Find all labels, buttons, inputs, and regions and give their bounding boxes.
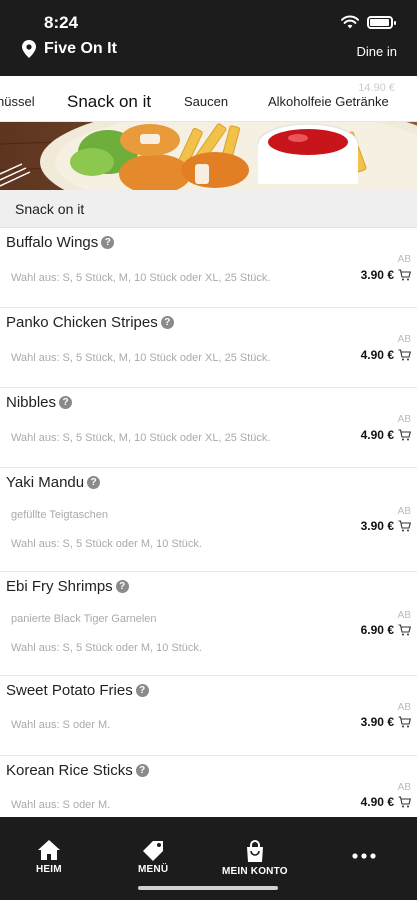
price-add-to-cart[interactable]: 4.90 €: [361, 428, 411, 442]
bag-icon: [246, 840, 263, 862]
location-selector[interactable]: Five On It: [22, 40, 117, 58]
status-icons: [341, 15, 396, 29]
menu-item-name-row: Yaki Mandu ?: [6, 474, 101, 491]
price-add-to-cart[interactable]: 3.90 €: [361, 519, 411, 533]
nav-more[interactable]: [352, 853, 376, 859]
menu-item-name: Nibbles: [6, 394, 57, 411]
menu-item-name: Korean Rice Sticks: [6, 762, 133, 779]
location-name: Five On It: [44, 40, 117, 57]
cart-icon: [398, 716, 411, 728]
menu-item-name: Yaki Mandu: [6, 474, 85, 491]
tab-schuessel[interactable]: hüssel: [0, 94, 35, 109]
cart-icon: [398, 624, 411, 636]
menu-item-name: Buffalo Wings: [6, 234, 99, 251]
menu-item-options: Wahl aus: S, 5 Stück, M, 10 Stück oder X…: [11, 352, 271, 364]
nav-label: MEIN KONTO: [222, 866, 288, 877]
food-banner-illustration: [0, 122, 417, 190]
info-icon[interactable]: ?: [160, 316, 174, 329]
menu-item-sweet-potato-fries[interactable]: Sweet Potato Fries ? Wahl aus: S oder M.…: [0, 676, 417, 756]
section-title: Snack on it: [15, 201, 85, 217]
location-pin-icon: [22, 40, 36, 58]
info-icon[interactable]: ?: [135, 684, 149, 697]
tab-snack-on-it[interactable]: Snack on it: [67, 92, 151, 112]
price-add-to-cart[interactable]: 4.90 €: [361, 348, 411, 362]
menu-item-nibbles[interactable]: Nibbles ? Wahl aus: S, 5 Stück, M, 10 St…: [0, 388, 417, 468]
menu-item-options: Wahl aus: S oder M.: [11, 799, 111, 811]
menu-item-options: Wahl aus: S, 5 Stück, M, 10 Stück oder X…: [11, 272, 271, 284]
cart-icon: [398, 429, 411, 441]
price-add-to-cart[interactable]: 3.90 €: [361, 715, 411, 729]
menu-item-name: Ebi Fry Shrimps: [6, 578, 113, 595]
price-prefix: AB: [397, 254, 411, 265]
category-banner-image: [0, 122, 417, 190]
menu-item-price: 6.90 €: [360, 623, 394, 637]
price-add-to-cart[interactable]: 4.90 €: [361, 795, 411, 809]
menu-item-price: 4.90 €: [360, 428, 394, 442]
home-indicator: [138, 886, 278, 890]
menu-item-subtitle: panierte Black Tiger Garnelen: [11, 613, 157, 625]
price-prefix: AB: [397, 506, 411, 517]
nav-label: MENÜ: [138, 864, 169, 875]
menu-item-name-row: Ebi Fry Shrimps ?: [6, 578, 129, 595]
price-add-to-cart[interactable]: 6.90 €: [361, 623, 411, 637]
menu-item-name-row: Sweet Potato Fries ?: [6, 682, 149, 699]
price-prefix: AB: [397, 334, 411, 345]
dine-in-toggle[interactable]: Dine in: [357, 44, 397, 59]
tag-icon: [143, 841, 164, 861]
menu-item-name-row: Panko Chicken Stripes ?: [6, 314, 174, 331]
menu-item-price: 3.90 €: [360, 268, 394, 282]
info-icon[interactable]: ?: [115, 580, 129, 593]
info-icon[interactable]: ?: [59, 396, 73, 409]
menu-item-options: Wahl aus: S oder M.: [11, 719, 111, 731]
price-prefix: AB: [397, 702, 411, 713]
nav-label: HEIM: [36, 864, 62, 875]
cart-icon: [398, 349, 411, 361]
wifi-icon: [341, 15, 359, 29]
info-icon[interactable]: ?: [87, 476, 101, 489]
menu-item-options: Wahl aus: S, 5 Stück oder M, 10 Stück.: [11, 538, 202, 550]
menu-item-name: Panko Chicken Stripes: [6, 314, 158, 331]
price-prefix: AB: [397, 610, 411, 621]
tabs-ghost-price: 14.90 €: [358, 82, 395, 94]
section-header: Snack on it: [0, 190, 417, 228]
price-prefix: AB: [397, 414, 411, 425]
battery-icon: [367, 15, 396, 29]
menu-item-panko-chicken-stripes[interactable]: Panko Chicken Stripes ? Wahl aus: S, 5 S…: [0, 308, 417, 388]
menu-item-subtitle: gefüllte Teigtaschen: [11, 509, 109, 521]
home-icon: [37, 840, 60, 860]
cart-icon: [398, 269, 411, 281]
menu-item-name-row: Nibbles ?: [6, 394, 73, 411]
price-prefix: AB: [397, 782, 411, 793]
menu-item-price: 3.90 €: [360, 715, 394, 729]
app-header: 8:24 Five On It Dine in: [0, 0, 417, 76]
cart-icon: [398, 520, 411, 532]
menu-item-name: Sweet Potato Fries: [6, 682, 133, 699]
nav-menu[interactable]: MENÜ: [138, 839, 168, 875]
price-add-to-cart[interactable]: 3.90 €: [361, 268, 411, 282]
menu-item-ebi-fry-shrimps[interactable]: Ebi Fry Shrimps ? panierte Black Tiger G…: [0, 572, 417, 676]
cart-icon: [398, 796, 411, 808]
tab-alkoholfreie-getraenke[interactable]: Alkoholfeie Getränke: [268, 94, 389, 109]
info-icon[interactable]: ?: [135, 764, 149, 777]
nav-home[interactable]: HEIM: [36, 839, 62, 875]
more-icon: [352, 853, 376, 859]
menu-item-yaki-mandu[interactable]: Yaki Mandu ? gefüllte Teigtaschen Wahl a…: [0, 468, 417, 572]
info-icon[interactable]: ?: [101, 236, 115, 249]
menu-item-price: 4.90 €: [360, 795, 394, 809]
menu-item-options: Wahl aus: S, 5 Stück oder M, 10 Stück.: [11, 642, 202, 654]
menu-item-options: Wahl aus: S, 5 Stück, M, 10 Stück oder X…: [11, 432, 271, 444]
tab-saucen[interactable]: Saucen: [184, 94, 228, 109]
status-time: 8:24: [44, 13, 79, 32]
nav-account[interactable]: MEIN KONTO: [222, 839, 288, 877]
menu-item-name-row: Korean Rice Sticks ?: [6, 762, 149, 779]
menu-item-price: 4.90 €: [360, 348, 394, 362]
menu-item-price: 3.90 €: [360, 519, 394, 533]
menu-item-buffalo-wings[interactable]: Buffalo Wings ? Wahl aus: S, 5 Stück, M,…: [0, 228, 417, 308]
menu-item-name-row: Buffalo Wings ?: [6, 234, 115, 251]
category-tabs: 14.90 € hüssel Snack on it Saucen Alkoho…: [0, 76, 417, 122]
